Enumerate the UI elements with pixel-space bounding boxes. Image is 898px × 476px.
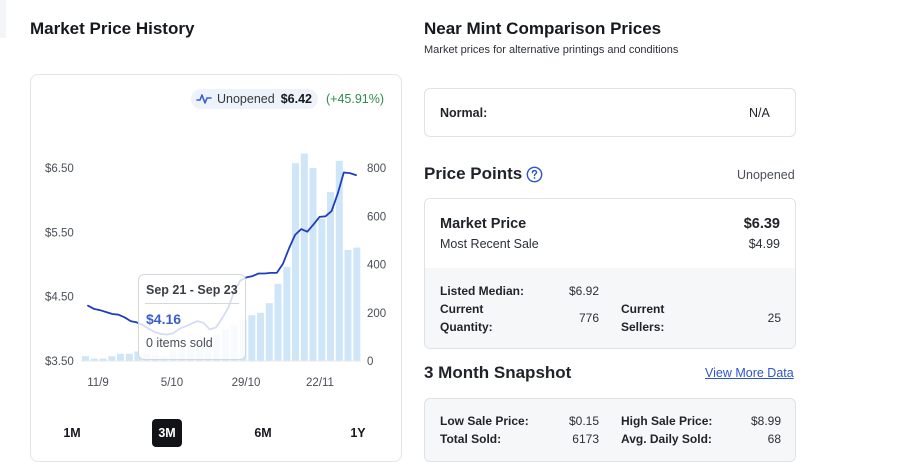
volume-bar: [257, 312, 264, 362]
y-right-tick: 200: [367, 308, 386, 320]
recent-sale-value: $4.99: [748, 237, 780, 251]
view-more-data-link[interactable]: View More Data: [705, 366, 794, 380]
chart-tooltip: Sep 21 - Sep 23 $4.16 0 items sold: [138, 274, 246, 360]
normal-value: N/A: [749, 106, 770, 120]
high-sale-value: $8.99: [750, 414, 781, 428]
current-quantity-label-1: Current: [440, 302, 484, 316]
tooltip-sold: 0 items sold: [146, 336, 213, 350]
price-points-card: Market Price $6.39 Most Recent Sale $4.9…: [424, 198, 796, 349]
range-6m-button[interactable]: 6M: [248, 419, 278, 447]
range-1m-button[interactable]: 1M: [57, 419, 87, 447]
comparison-prices-subtitle: Market prices for alternative printings …: [424, 44, 679, 56]
y-right-tick: 0: [367, 356, 373, 368]
y-left-tick: $3.50: [45, 356, 74, 368]
window-edge: [0, 0, 6, 38]
market-price-value: $6.39: [743, 216, 780, 232]
listed-median-value: $6.92: [568, 284, 599, 298]
price-points-heading: Price Points: [424, 164, 543, 184]
y-right-tick: 600: [367, 211, 386, 223]
snapshot-title: 3 Month Snapshot: [424, 363, 572, 382]
volume-bar: [117, 353, 124, 361]
recent-sale-label: Most Recent Sale: [440, 237, 539, 251]
x-tick: 5/10: [161, 377, 183, 389]
market-price-history-title: Market Price History: [30, 19, 195, 38]
volume-bar: [274, 283, 282, 361]
comparison-prices-title: Near Mint Comparison Prices: [424, 19, 662, 38]
low-sale-label: Low Sale Price:: [440, 414, 529, 428]
y-right-tick: 800: [367, 163, 386, 175]
low-sale-value: $0.15: [568, 414, 599, 428]
volume-bar: [292, 163, 299, 361]
normal-label: Normal:: [440, 106, 488, 120]
price-history-chart-card: Unopened $6.42 (+45.91%) $6.50 $5.50 $4.50…: [30, 74, 402, 462]
y-left-tick: $4.50: [45, 292, 74, 304]
total-sold-value: 6173: [572, 432, 599, 446]
tooltip-range: Sep 21 - Sep 23: [146, 283, 238, 297]
volume-bar: [265, 303, 273, 361]
help-icon[interactable]: [526, 166, 543, 183]
y-left-tick: $5.50: [45, 227, 74, 239]
range-1y-button[interactable]: 1Y: [343, 419, 373, 447]
tooltip-divider: [145, 303, 239, 304]
volume-bar: [318, 218, 326, 361]
avg-daily-value: 68: [767, 432, 781, 446]
tooltip-price: $4.16: [146, 311, 182, 327]
y-right-tick: 400: [367, 260, 386, 272]
listed-median-label: Listed Median:: [440, 284, 525, 298]
volume-bar: [300, 153, 308, 361]
volume-bar: [344, 250, 352, 361]
y-left-tick: $6.50: [45, 163, 74, 175]
market-price-label: Market Price: [440, 216, 527, 232]
current-sellers-label-1: Current: [621, 302, 665, 316]
snapshot-card: Low Sale Price: $0.15 High Sale Price: $…: [424, 398, 796, 462]
normal-price-row: Normal: N/A: [424, 88, 796, 137]
volume-bar: [309, 168, 317, 361]
total-sold-label: Total Sold:: [440, 432, 502, 446]
avg-daily-label: Avg. Daily Sold:: [621, 432, 712, 446]
range-selector: 1M 3M 6M 1Y: [31, 419, 401, 447]
price-points-title: Price Points: [424, 164, 523, 183]
price-points-type: Unopened: [737, 168, 795, 182]
high-sale-label: High Sale Price:: [621, 414, 713, 428]
volume-bar: [82, 356, 89, 361]
volume-bar: [283, 266, 291, 361]
market-price-section: Market Price $6.39 Most Recent Sale $4.9…: [425, 199, 795, 268]
x-tick: 22/11: [306, 377, 334, 389]
volume-bar: [125, 353, 133, 361]
current-quantity-label-2: Quantity:: [440, 320, 493, 334]
current-quantity-value: 776: [578, 311, 599, 325]
volume-bar: [327, 192, 334, 361]
listing-stats-section: Listed Median: $6.92 Current Quantity: 7…: [425, 268, 795, 348]
volume-bar: [108, 356, 116, 361]
current-sellers-label-2: Sellers:: [621, 320, 665, 334]
range-3m-button[interactable]: 3M: [152, 419, 182, 447]
current-sellers-value: 25: [767, 311, 781, 325]
x-tick: 29/10: [232, 377, 261, 389]
x-tick: 11/9: [87, 377, 109, 389]
volume-bar: [353, 247, 361, 361]
volume-bar: [248, 315, 256, 361]
